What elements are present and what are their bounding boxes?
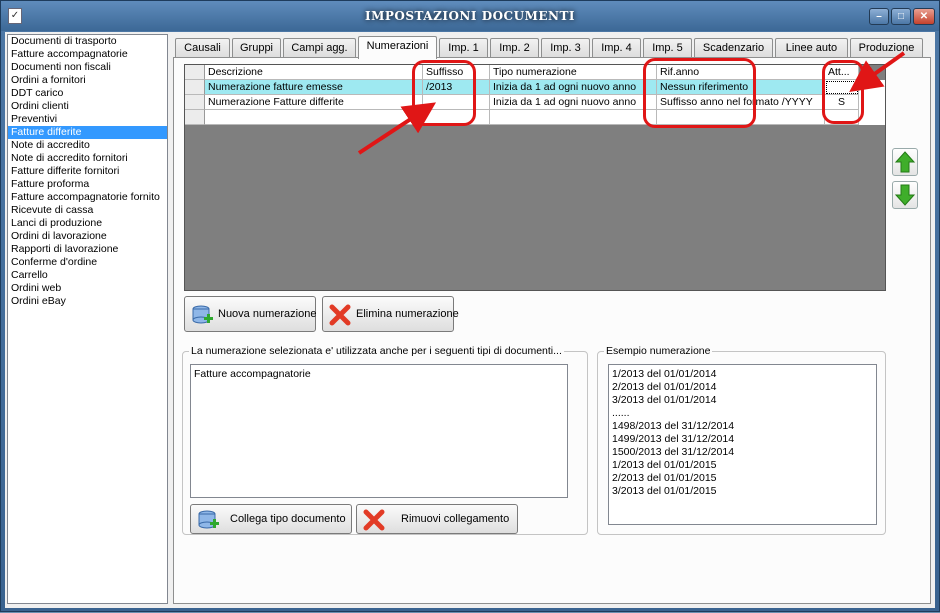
settings-window: ✓ IMPOSTAZIONI DOCUMENTI – □ ✕ Documenti… (0, 0, 940, 612)
tab-numerazioni[interactable]: Numerazioni (358, 36, 437, 59)
annotation-arrow-suffisso (357, 102, 437, 155)
annotation-arrow-attivo (849, 51, 906, 92)
annotation-arrows (357, 51, 906, 155)
